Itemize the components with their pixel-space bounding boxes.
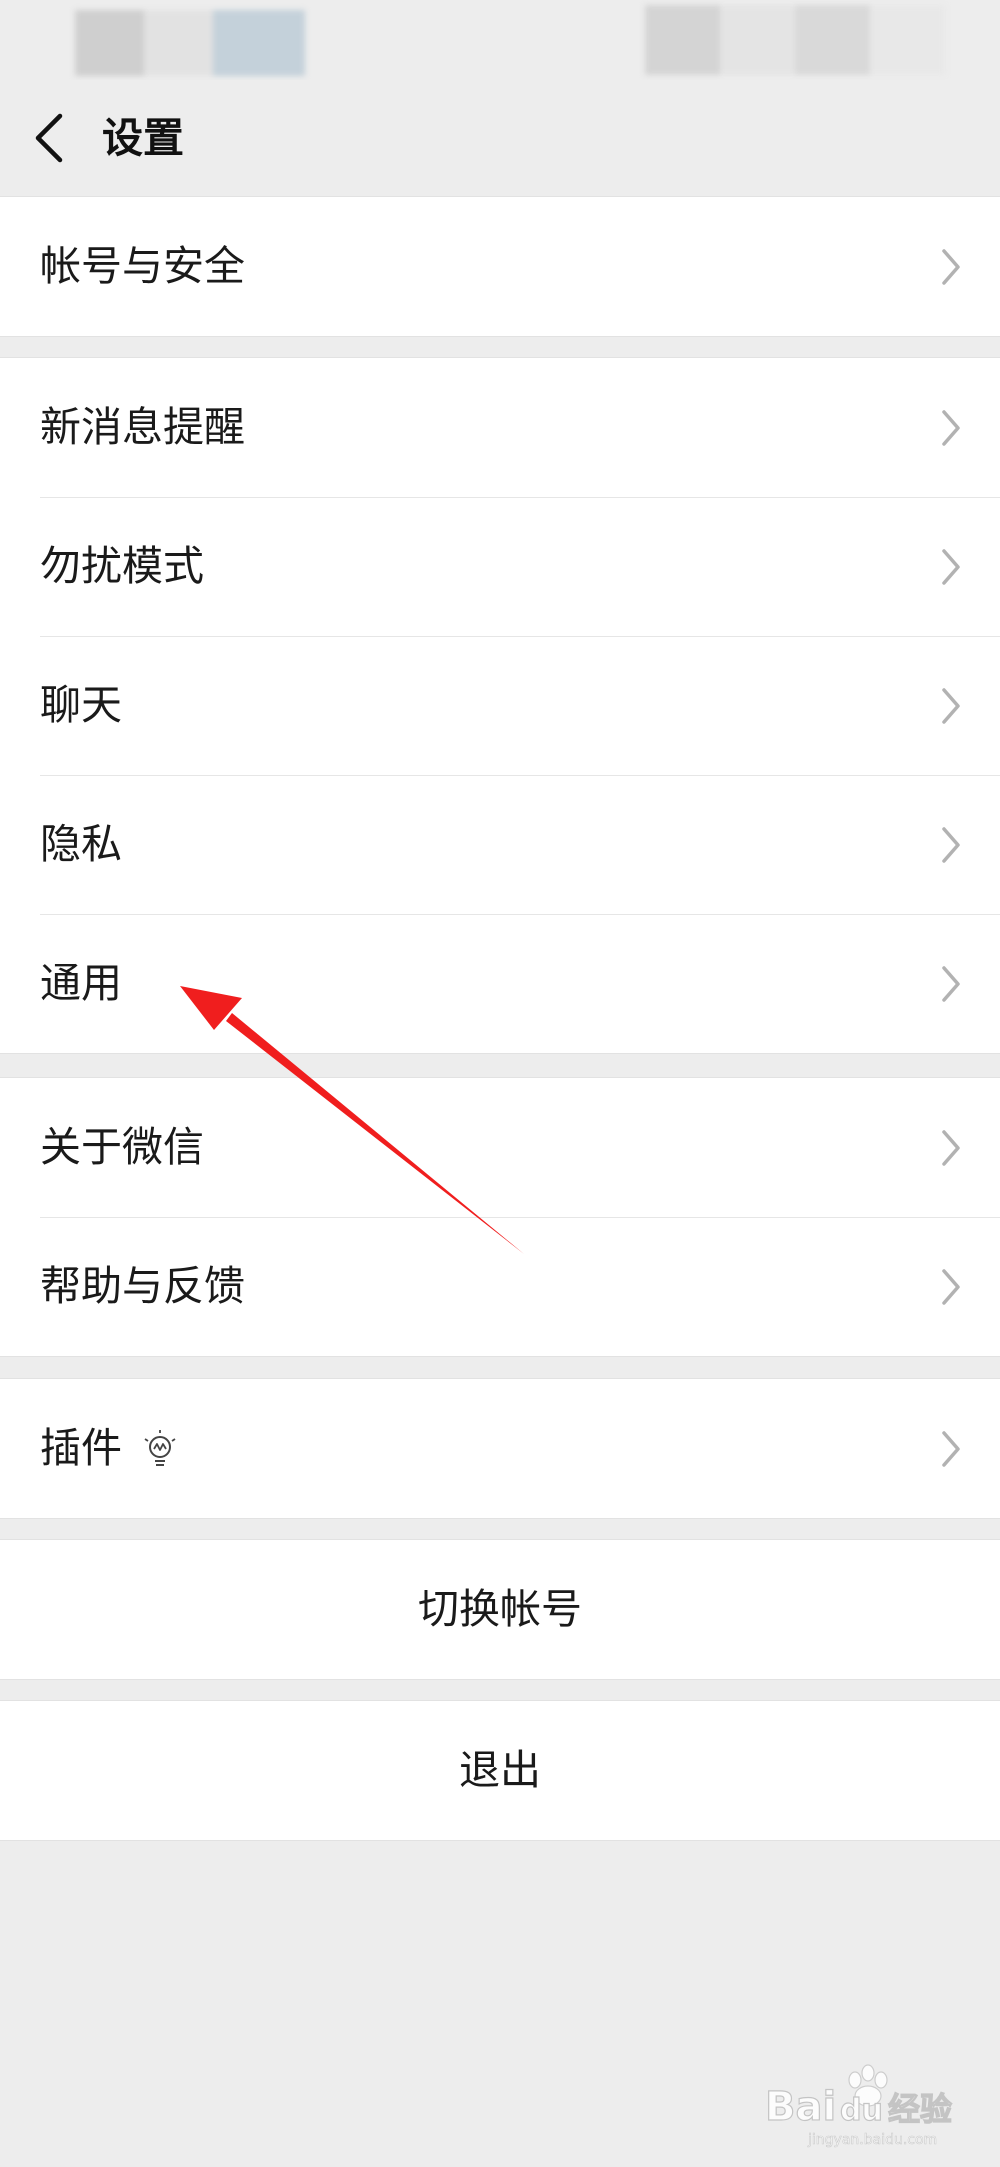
status-bar-blur-left	[75, 10, 305, 76]
status-bar	[0, 0, 1000, 80]
chevron-right-icon	[942, 1269, 960, 1305]
logout-button[interactable]: 退出	[0, 1701, 1000, 1840]
settings-item-label: 插件	[40, 1424, 122, 1472]
logout-label: 退出	[459, 1746, 541, 1794]
settings-item-help-feedback[interactable]: 帮助与反馈	[0, 1217, 1000, 1356]
watermark-brand-suffix: du	[840, 2093, 883, 2128]
logout-group: 退出	[0, 1700, 1000, 1841]
settings-item-label: 关于微信	[40, 1123, 204, 1171]
status-bar-blur-right	[645, 5, 945, 75]
switch-account-button[interactable]: 切换帐号	[0, 1540, 1000, 1679]
settings-group-about: 关于微信 帮助与反馈	[0, 1077, 1000, 1357]
chevron-right-icon	[942, 249, 960, 285]
settings-item-label: 隐私	[40, 820, 122, 868]
settings-item-chat[interactable]: 聊天	[0, 636, 1000, 775]
chevron-right-icon	[942, 688, 960, 724]
settings-item-account-security[interactable]: 帐号与安全	[0, 197, 1000, 336]
settings-item-label: 新消息提醒	[40, 403, 245, 451]
lightbulb-icon	[144, 1430, 176, 1466]
page-title: 设置	[102, 114, 184, 162]
nav-bar: 设置	[0, 80, 1000, 194]
settings-item-label: 勿扰模式	[40, 542, 204, 590]
settings-item-general[interactable]: 通用	[0, 914, 1000, 1053]
baidu-jingyan-watermark: Bai du 经验 jingyan.baidu.com	[764, 2064, 953, 2148]
watermark-url: jingyan.baidu.com	[807, 2132, 937, 2148]
watermark-product: 经验	[888, 2090, 952, 2128]
settings-item-privacy[interactable]: 隐私	[0, 775, 1000, 914]
settings-item-plugins[interactable]: 插件	[0, 1379, 1000, 1518]
chevron-left-icon[interactable]	[30, 108, 70, 168]
watermark-brand: Bai	[765, 2084, 836, 2130]
chevron-right-icon	[942, 410, 960, 446]
settings-group-plugins: 插件	[0, 1378, 1000, 1519]
settings-item-label: 聊天	[40, 681, 122, 729]
settings-item-about-wechat[interactable]: 关于微信	[0, 1078, 1000, 1217]
settings-group-account: 帐号与安全	[0, 196, 1000, 337]
settings-item-do-not-disturb[interactable]: 勿扰模式	[0, 497, 1000, 636]
chevron-right-icon	[942, 966, 960, 1002]
chevron-right-icon	[942, 1130, 960, 1166]
settings-group-main: 新消息提醒 勿扰模式 聊天 隐私 通用	[0, 357, 1000, 1054]
switch-account-group: 切换帐号	[0, 1539, 1000, 1680]
chevron-right-icon	[942, 549, 960, 585]
switch-account-label: 切换帐号	[418, 1585, 582, 1633]
settings-item-label: 通用	[40, 959, 122, 1007]
settings-item-label: 帮助与反馈	[40, 1262, 245, 1310]
settings-item-notifications[interactable]: 新消息提醒	[0, 358, 1000, 497]
settings-item-label: 帐号与安全	[40, 242, 245, 290]
chevron-right-icon	[942, 827, 960, 863]
chevron-right-icon	[942, 1431, 960, 1467]
